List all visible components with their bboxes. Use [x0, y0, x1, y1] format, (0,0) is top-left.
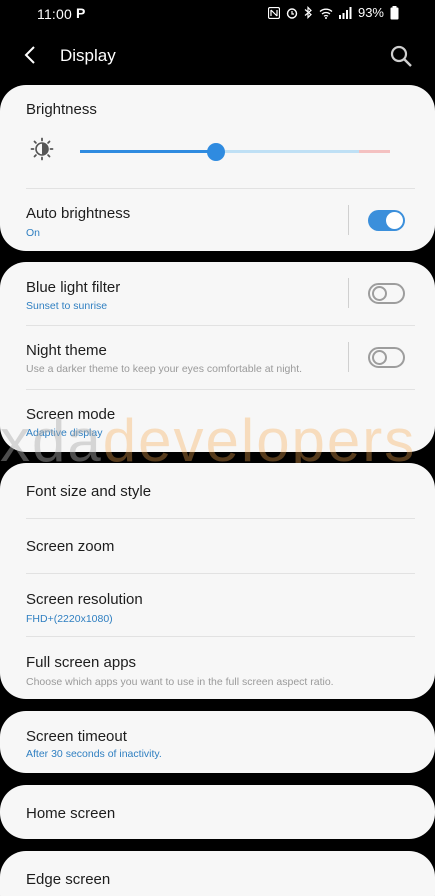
screen-mode-subtitle: Adaptive display	[26, 427, 103, 439]
font-size-row[interactable]: Font size and style	[0, 463, 435, 518]
slider-thumb[interactable]	[207, 143, 226, 161]
vertical-separator	[348, 205, 349, 235]
blue-light-filter-subtitle: Sunset to sunrise	[26, 300, 108, 312]
screen-resolution-row[interactable]: Screen resolution FHD+(2220x1080)	[0, 574, 435, 636]
night-theme-toggle[interactable]	[368, 347, 405, 368]
auto-brightness-title: Auto brightness	[26, 205, 131, 222]
back-button[interactable]	[18, 42, 44, 68]
status-time: 11:00	[37, 6, 72, 22]
brightness-card: Brightness Auto brightness On	[0, 85, 435, 251]
screen-timeout-title: Screen timeout	[26, 728, 127, 745]
vertical-separator	[348, 278, 349, 308]
auto-brightness-subtitle: On	[26, 227, 41, 239]
auto-brightness-row[interactable]: Auto brightness On	[0, 189, 435, 251]
brightness-sun-icon	[30, 137, 54, 161]
night-theme-row[interactable]: Night theme Use a darker theme to keep y…	[0, 326, 435, 389]
screen-zoom-row[interactable]: Screen zoom	[0, 519, 435, 573]
screen-resolution-subtitle: FHD+(2220x1080)	[26, 613, 113, 625]
full-screen-apps-subtitle: Choose which apps you want to use in the…	[26, 676, 334, 688]
app-bar: Display	[0, 28, 435, 84]
font-size-title: Font size and style	[26, 483, 152, 500]
auto-brightness-toggle[interactable]	[368, 210, 405, 231]
screen-zoom-title: Screen zoom	[26, 538, 115, 555]
page-title: Display	[60, 46, 116, 65]
toggle-knob	[386, 212, 403, 229]
brightness-label: Brightness	[26, 101, 97, 118]
home-screen-title: Home screen	[26, 805, 116, 822]
full-screen-apps-title: Full screen apps	[26, 654, 137, 671]
edge-screen-card[interactable]: Edge screen	[0, 851, 435, 896]
status-icons: 93%	[267, 5, 399, 20]
status-bar: 11:00 P 93%	[0, 0, 435, 28]
home-screen-card[interactable]: Home screen	[0, 785, 435, 839]
alarm-icon	[286, 7, 298, 19]
bluetooth-icon	[304, 6, 312, 19]
search-icon	[390, 45, 412, 67]
blue-light-filter-toggle[interactable]	[368, 283, 405, 304]
search-button[interactable]	[389, 44, 413, 68]
battery-percent: 93%	[357, 5, 384, 20]
edge-screen-title: Edge screen	[26, 871, 111, 888]
signal-icon	[338, 6, 352, 19]
chevron-left-icon	[24, 46, 35, 64]
toggle-knob	[372, 350, 387, 365]
screen-timeout-card[interactable]: Screen timeout After 30 seconds of inact…	[0, 711, 435, 773]
display-mode-card: Blue light filter Sunset to sunrise Nigh…	[0, 262, 435, 452]
wifi-icon	[319, 8, 333, 19]
blue-light-filter-title: Blue light filter	[26, 279, 121, 296]
toggle-knob	[372, 286, 387, 301]
blue-light-filter-row[interactable]: Blue light filter Sunset to sunrise	[0, 262, 435, 325]
text-resolution-card: Font size and style Screen zoom Screen r…	[0, 463, 435, 699]
battery-icon	[390, 5, 399, 19]
night-theme-title: Night theme	[26, 342, 107, 359]
parking-notification-icon: P	[76, 5, 86, 21]
slider-fill	[80, 150, 217, 153]
screen-timeout-subtitle: After 30 seconds of inactivity.	[26, 748, 162, 760]
brightness-slider[interactable]	[80, 143, 390, 161]
nfc-icon	[267, 6, 280, 19]
night-theme-subtitle: Use a darker theme to keep your eyes com…	[26, 363, 303, 375]
screen-resolution-title: Screen resolution	[26, 591, 143, 608]
full-screen-apps-row[interactable]: Full screen apps Choose which apps you w…	[0, 637, 435, 699]
screen-mode-row[interactable]: Screen mode Adaptive display	[0, 390, 435, 452]
vertical-separator	[348, 342, 349, 372]
screen-mode-title: Screen mode	[26, 406, 116, 423]
